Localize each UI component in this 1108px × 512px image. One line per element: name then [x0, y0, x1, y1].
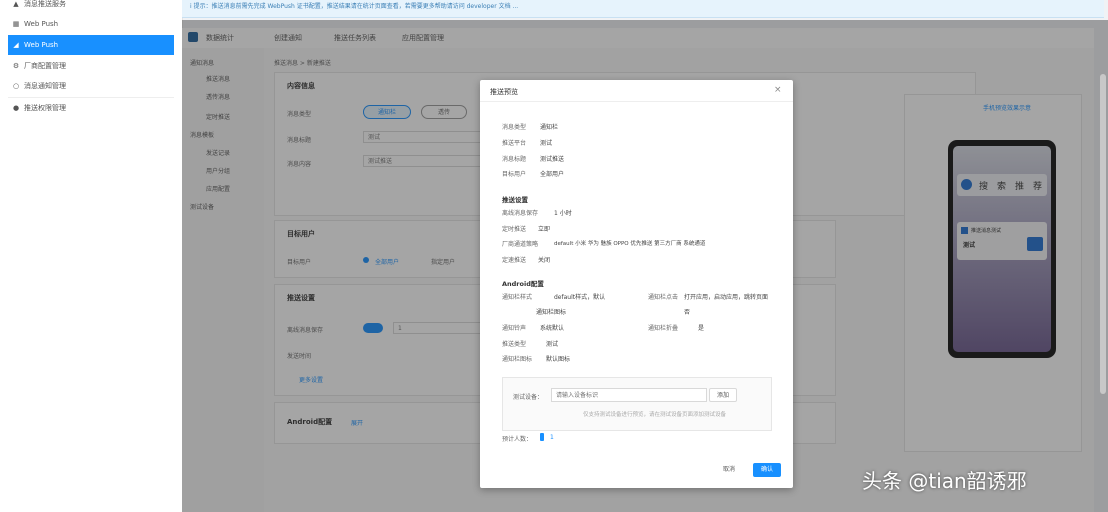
watermark: 头条 @tian韶诱邪	[862, 469, 1027, 493]
row-label: 推送类型	[502, 341, 527, 348]
row-value: 全部用户	[540, 171, 565, 178]
row-label: 通知栏图标	[502, 356, 533, 363]
sidebar-item-webpush-group[interactable]: ▦ Web Push	[8, 14, 174, 34]
section-title: 推送设置	[502, 196, 528, 204]
test-device-hint: 仅支持测试设备进行预览，请在测试设备页面添加测试设备	[583, 412, 727, 418]
grid-icon: ▦	[12, 20, 20, 28]
row-label: 目标用户	[502, 171, 527, 178]
info-tip-bar: i 提示：推送消息前需先完成 WebPush 证书配置，推送结果请在统计页面查看…	[182, 0, 1104, 18]
row-label: 厂商通道策略	[502, 241, 539, 248]
sidebar-item-notice-manage[interactable]: ○ 消息通知管理	[8, 76, 174, 96]
scrollbar[interactable]	[1100, 74, 1106, 394]
close-icon[interactable]: ×	[774, 85, 782, 95]
row-value: 通知栏	[540, 124, 559, 131]
sidebar-item-webpush[interactable]: ◢ Web Push	[8, 35, 174, 55]
row-value: default 小米 华为 魅族 OPPO 优先推送 第三方厂商 系统通道	[554, 241, 706, 247]
row-label: 定速推送	[502, 257, 527, 264]
bell-icon: ▲	[13, 0, 19, 8]
tip-text: i 提示：推送消息前需先完成 WebPush 证书配置，推送结果请在统计页面查看…	[190, 3, 519, 10]
row-label: 消息标题	[502, 156, 527, 163]
row-label: 定时推送	[502, 226, 527, 233]
row-value: 测试	[540, 140, 553, 147]
confirm-button[interactable]: 确认	[753, 463, 781, 477]
row-value: 系统默认	[540, 325, 565, 332]
row-label: 消息类型	[502, 124, 527, 131]
sidebar-item-vendor-config[interactable]: ⚙ 厂商配置管理	[8, 56, 174, 76]
row-value: 打开应用，启动应用，跳转页面	[684, 294, 769, 301]
row-label: 离线消息保存	[502, 210, 539, 217]
row-value: 测试	[546, 341, 559, 348]
row-value: 关闭	[538, 257, 551, 264]
row-value: 通知栏图标	[536, 309, 567, 316]
row-label: 通知铃声	[502, 325, 527, 332]
row-label: 通知栏点击	[648, 294, 679, 301]
preview-dialog: 推送预览 × 消息类型 通知栏 推送平台 测试 消息标题 测试推送 目标用户 全…	[480, 80, 793, 488]
dialog-title: 推送预览	[490, 88, 518, 96]
row-value: 默认图标	[546, 356, 571, 363]
test-device-box: 测试设备： 添加 仅支持测试设备进行预览，请在测试设备页面添加测试设备	[502, 377, 772, 431]
row-label: 通知栏折叠	[648, 325, 679, 332]
sidebar-item-permission[interactable]: ● 推送权限管理	[8, 97, 174, 118]
sidebar-item-label: 厂商配置管理	[24, 62, 66, 70]
send-icon: ◢	[13, 41, 19, 49]
row-label: 通知栏样式	[502, 294, 533, 301]
gear-icon: ⚙	[12, 62, 20, 70]
sidebar-item-label: Web Push	[24, 41, 59, 49]
sidebar: ▲ 消息推送服务 ▦ Web Push ◢ Web Push ⚙ 厂商配置管理 ○ 消息通…	[0, 0, 183, 512]
row-value: 测试推送	[540, 156, 565, 163]
row-value: 1 小时	[554, 210, 572, 217]
info-icon	[540, 433, 544, 441]
dialog-divider	[480, 101, 793, 102]
count-value: 1	[550, 434, 554, 441]
test-device-label: 测试设备：	[513, 394, 544, 401]
sidebar-item-label: Web Push	[24, 20, 59, 28]
row-value: 是	[698, 325, 705, 332]
add-test-device-button[interactable]: 添加	[709, 388, 737, 402]
sidebar-item-label: 消息通知管理	[24, 82, 66, 90]
sidebar-item-push-service[interactable]: ▲ 消息推送服务	[8, 0, 174, 14]
row-value: 否	[684, 309, 691, 316]
test-device-input[interactable]	[551, 388, 707, 402]
row-value: 立即	[538, 226, 551, 233]
sidebar-item-label: 推送权限管理	[24, 104, 66, 112]
user-icon: ●	[12, 104, 20, 112]
cancel-button[interactable]: 取消	[716, 463, 742, 477]
row-label: 推送平台	[502, 140, 527, 147]
row-value: default样式，默认	[554, 294, 606, 301]
count-label: 预计人数：	[502, 436, 533, 443]
section-title: Android配置	[502, 280, 544, 288]
sidebar-item-label: 消息推送服务	[24, 0, 66, 8]
circle-icon: ○	[12, 82, 20, 90]
